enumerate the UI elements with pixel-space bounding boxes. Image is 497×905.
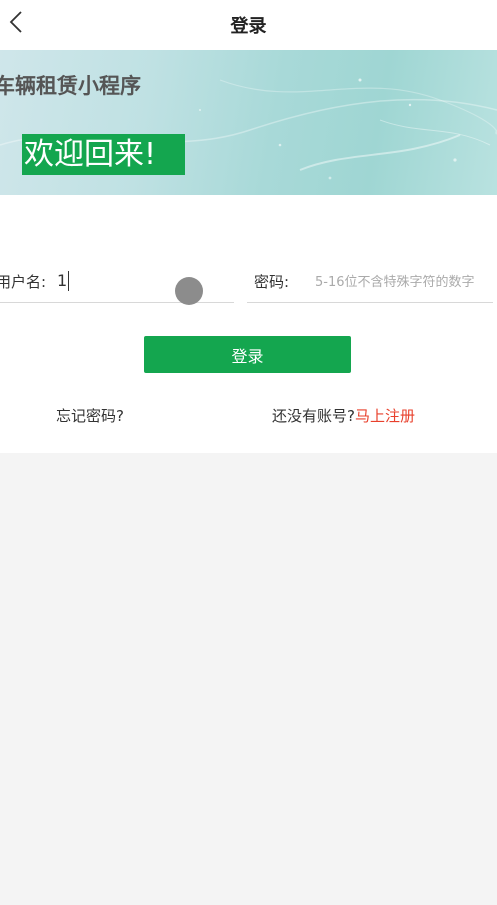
- password-field[interactable]: 密码:: [247, 262, 493, 303]
- touch-indicator: [175, 277, 203, 305]
- password-input[interactable]: [315, 270, 493, 294]
- app-name: 车辆租赁小程序: [0, 74, 141, 98]
- username-input[interactable]: 1: [57, 271, 70, 291]
- register-row: 还没有账号?马上注册: [272, 405, 415, 426]
- login-form: 用户名: 1 密码: 登录 忘记密码? 还没有账号?马上注册: [0, 195, 497, 453]
- no-account-text: 还没有账号?: [272, 407, 355, 425]
- welcome-heading: 欢迎回来!: [22, 134, 185, 175]
- navigation-bar: 登录: [0, 0, 497, 50]
- password-label: 密码:: [254, 273, 290, 291]
- forgot-password-link[interactable]: 忘记密码?: [56, 405, 124, 426]
- register-link[interactable]: 马上注册: [355, 407, 415, 425]
- page-title: 登录: [230, 16, 267, 37]
- login-button[interactable]: 登录: [144, 336, 351, 373]
- username-label: 用户名:: [0, 273, 47, 291]
- welcome-banner: 车辆租赁小程序 欢迎回来!: [0, 50, 497, 195]
